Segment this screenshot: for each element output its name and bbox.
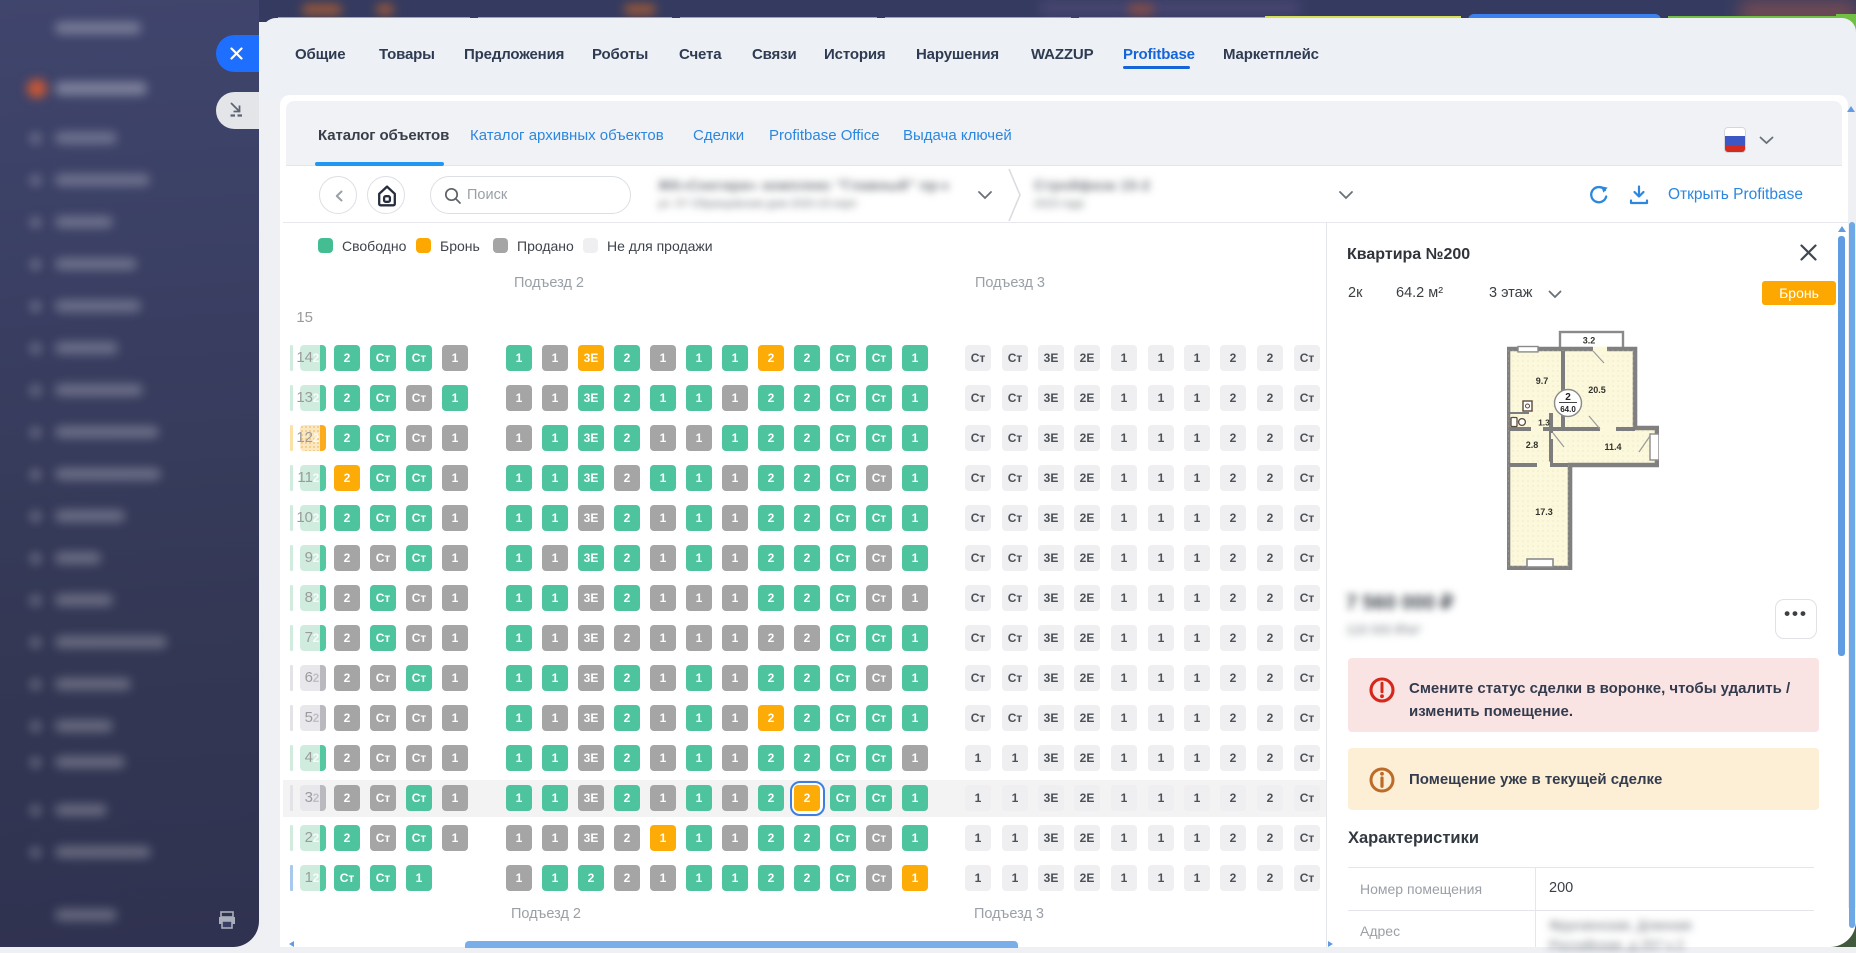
svg-text:2: 2	[1565, 392, 1571, 403]
svg-text:20.5: 20.5	[1588, 385, 1606, 395]
svg-text:11.4: 11.4	[1604, 442, 1621, 452]
svg-text:3.2: 3.2	[1583, 336, 1596, 346]
svg-text:17.3: 17.3	[1535, 507, 1553, 517]
svg-text:2.8: 2.8	[1526, 440, 1539, 450]
svg-text:64.0: 64.0	[1560, 405, 1576, 414]
svg-text:9.7: 9.7	[1536, 376, 1549, 386]
svg-text:1.3: 1.3	[1538, 418, 1550, 428]
